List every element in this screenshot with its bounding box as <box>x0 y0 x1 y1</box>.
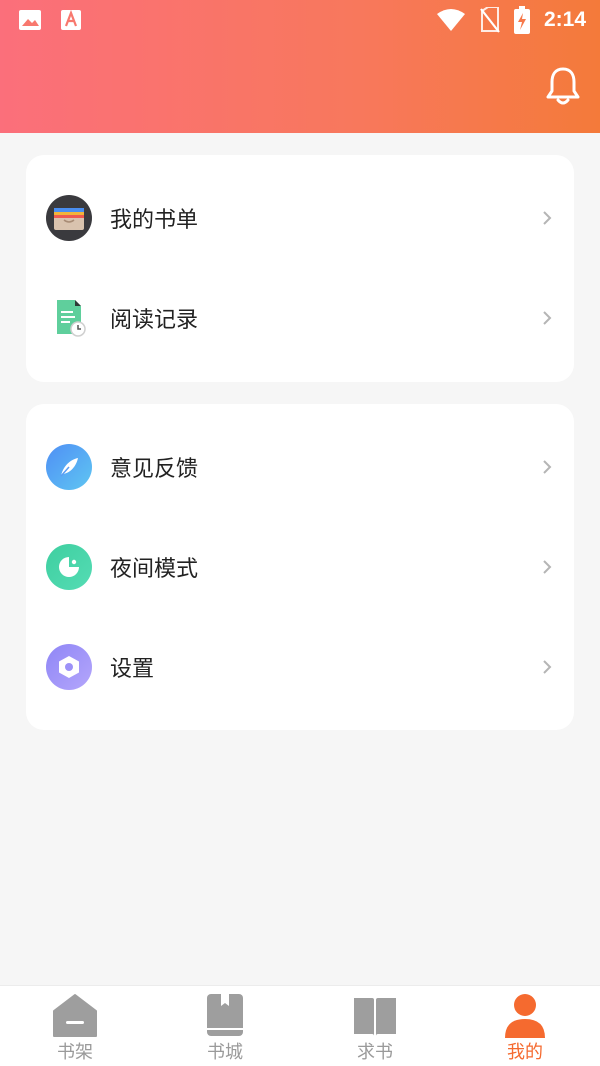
chevron-right-icon <box>543 311 552 325</box>
night-mode-icon <box>46 544 92 590</box>
tab-label: 我的 <box>507 1042 543 1063</box>
tab-bookstore[interactable]: 书城 <box>150 986 300 1066</box>
chevron-right-icon <box>543 211 552 225</box>
reading-record-icon <box>46 295 92 341</box>
menu-item-settings[interactable]: 设置 <box>26 617 574 717</box>
gallery-icon <box>19 10 41 30</box>
battery-charging-icon <box>513 6 530 34</box>
text-a-icon <box>61 9 81 30</box>
tab-label: 书城 <box>207 1042 243 1063</box>
book-icon <box>207 994 243 1036</box>
open-book-icon <box>354 998 396 1036</box>
menu-item-reading-record[interactable]: 阅读记录 <box>26 268 574 368</box>
wifi-icon <box>436 9 465 31</box>
menu-item-feedback[interactable]: 意见反馈 <box>26 417 574 517</box>
chevron-right-icon <box>543 560 552 574</box>
menu-item-label: 夜间模式 <box>110 557 199 582</box>
menu-item-night-mode[interactable]: 夜间模式 <box>26 517 574 617</box>
chevron-right-icon <box>543 660 552 674</box>
menu-item-label: 设置 <box>110 657 155 682</box>
tab-label: 书架 <box>57 1042 93 1063</box>
menu-item-label: 阅读记录 <box>110 308 199 333</box>
tab-mine[interactable]: 我的 <box>450 986 600 1066</box>
home-shelf-icon <box>53 994 97 1037</box>
menu-card-1: 我的书单 阅读记录 <box>26 155 574 382</box>
bottom-tab-bar: 书架 书城 求书 我的 <box>0 985 600 1066</box>
chevron-right-icon <box>543 460 552 474</box>
header: 2:14 <box>0 0 600 133</box>
bell-icon[interactable] <box>546 66 580 106</box>
person-icon <box>505 994 545 1038</box>
tab-bookshelf[interactable]: 书架 <box>0 986 150 1066</box>
tab-label: 求书 <box>357 1042 393 1063</box>
status-time: 2:14 <box>543 8 586 31</box>
no-sim-icon <box>480 7 500 33</box>
status-bar: 2:14 <box>0 0 600 42</box>
menu-card-2: 意见反馈 夜间模式 设置 <box>26 404 574 730</box>
menu-item-book-list[interactable]: 我的书单 <box>26 168 574 268</box>
hex-settings-icon <box>46 644 92 690</box>
menu-item-label: 意见反馈 <box>110 457 199 482</box>
wallet-icon <box>46 195 92 241</box>
menu-item-label: 我的书单 <box>110 208 199 233</box>
feather-icon <box>46 444 92 490</box>
tab-request-book[interactable]: 求书 <box>300 986 450 1066</box>
